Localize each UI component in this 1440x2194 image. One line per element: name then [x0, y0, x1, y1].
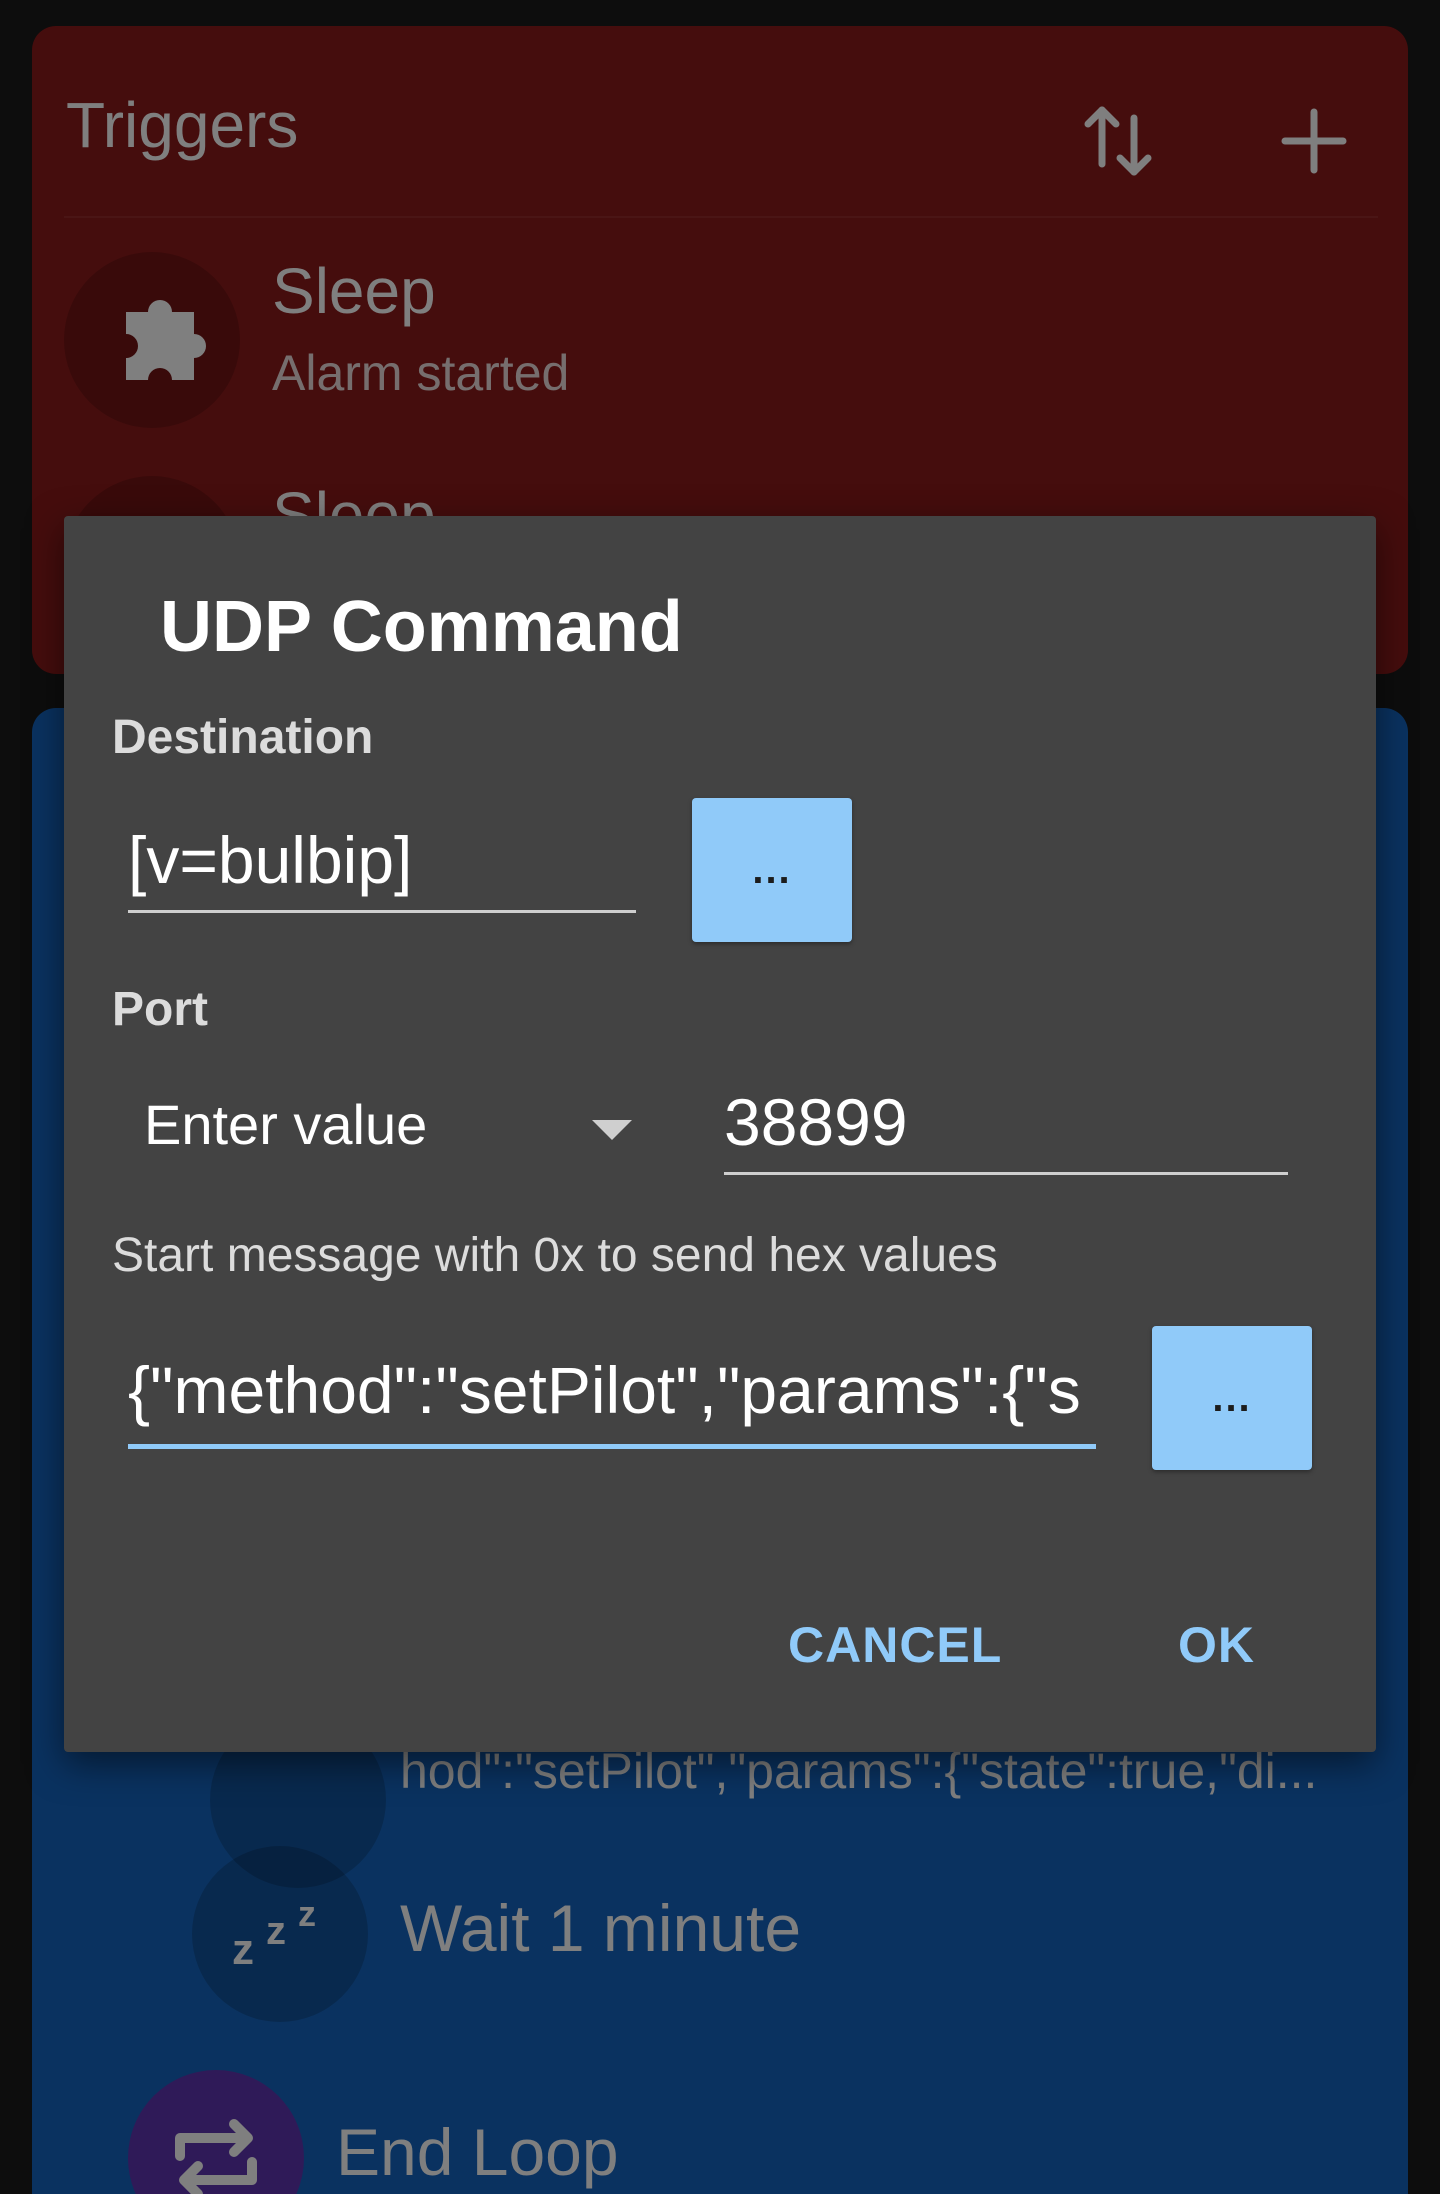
udp-command-dialog: UDP Command Destination [v=bulbip] ... P… — [64, 516, 1376, 1752]
dialog-title: UDP Command — [160, 587, 683, 667]
destination-label: Destination — [112, 711, 374, 764]
message-field[interactable]: {"method":"setPilot","params":{"s — [128, 1352, 1096, 1428]
port-mode-value: Enter value — [144, 1093, 428, 1156]
app-screen: Triggers — [0, 0, 1440, 2194]
chevron-down-icon — [592, 1120, 632, 1140]
destination-field[interactable]: [v=bulbip] — [128, 822, 636, 898]
message-underline — [128, 1444, 1096, 1449]
cancel-button[interactable]: CANCEL — [788, 1616, 1002, 1674]
destination-variable-button[interactable]: ... — [692, 798, 852, 942]
message-hint: Start message with 0x to send hex values — [112, 1229, 998, 1282]
port-underline — [724, 1172, 1288, 1175]
port-label: Port — [112, 983, 208, 1036]
ok-button[interactable]: OK — [1178, 1616, 1255, 1674]
message-variable-button[interactable]: ... — [1152, 1326, 1312, 1470]
destination-underline — [128, 910, 636, 913]
port-field[interactable]: 38899 — [724, 1084, 1284, 1160]
